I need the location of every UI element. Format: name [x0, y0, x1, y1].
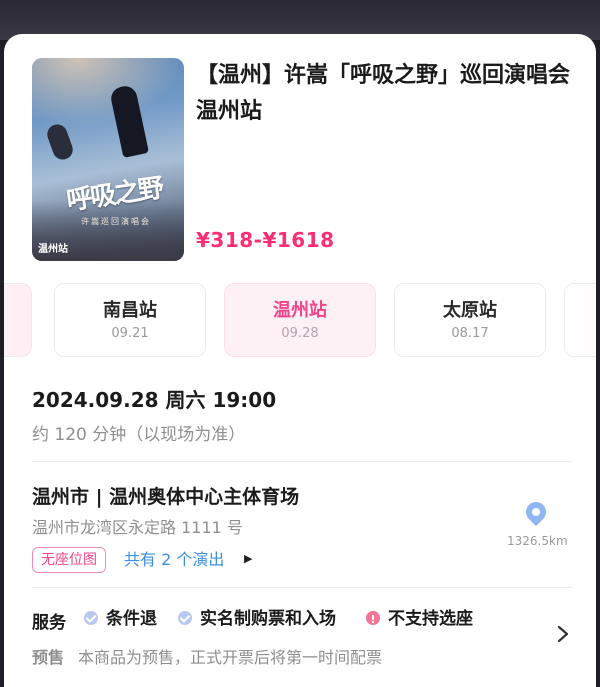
service-conditional-refund: 条件退 [84, 608, 157, 630]
station-date: 09.21 [111, 326, 149, 341]
event-detail-sheet: 呼吸之野 许嵩巡回演唱会 温州站 【温州】许嵩「呼吸之野」巡回演唱会 温州站 ¥… [4, 34, 596, 687]
chevron-right-icon[interactable] [556, 624, 570, 644]
station-card-nanchang[interactable]: 南昌站 09.21 [54, 283, 206, 357]
station-card-taiyuan[interactable]: 太原站 08.17 [394, 283, 546, 357]
presale-description: 本商品为预售，正式开票后将第一时间配票 [78, 648, 383, 667]
play-triangle-icon[interactable]: ▶ [244, 552, 252, 565]
station-card-wenzhou[interactable]: 温州站 09.28 [224, 283, 376, 357]
no-seat-map-tag: 无座位图 [32, 547, 106, 573]
station-card-next[interactable] [564, 283, 596, 357]
services-label: 服务 [32, 613, 66, 633]
station-date: 08.17 [451, 326, 489, 341]
show-datetime: 2024.09.28 周六 19:00 [32, 388, 277, 412]
location-pin-icon[interactable] [521, 497, 551, 527]
service-real-name: 实名制购票和入场 [178, 608, 336, 630]
divider [32, 587, 572, 588]
station-date: 09.28 [281, 326, 319, 341]
check-circle-icon [84, 611, 98, 625]
poster-sky [32, 58, 184, 128]
poster-subtitle: 许嵩巡回演唱会 [81, 217, 151, 226]
check-circle-icon [178, 611, 192, 625]
station-card-prev[interactable] [4, 283, 32, 357]
station-name: 南昌站 [103, 300, 157, 321]
station-name: 温州站 [273, 300, 327, 321]
event-title: 【温州】许嵩「呼吸之野」巡回演唱会 温州站 [196, 63, 571, 124]
poster-city: 温州站 [38, 244, 68, 255]
show-duration: 约 120 分钟（以现场为准） [32, 425, 246, 445]
venue-distance: 1326.5km [507, 534, 568, 548]
event-poster[interactable]: 呼吸之野 许嵩巡回演唱会 温州站 [32, 58, 184, 261]
presale-label: 预售 [32, 648, 65, 667]
divider [32, 461, 572, 462]
station-name: 太原站 [443, 300, 497, 321]
venue-address[interactable]: 温州市龙湾区永定路 1111 号 [32, 514, 243, 538]
service-no-seat-selection: 不支持选座 [366, 608, 473, 631]
venue-name[interactable]: 温州市 | 温州奥体中心主体育场 [32, 482, 299, 509]
shows-count-link[interactable]: 共有 2 个演出 [124, 549, 224, 571]
price-range: ¥318-¥1618 [196, 228, 335, 252]
warning-circle-icon [366, 609, 380, 631]
